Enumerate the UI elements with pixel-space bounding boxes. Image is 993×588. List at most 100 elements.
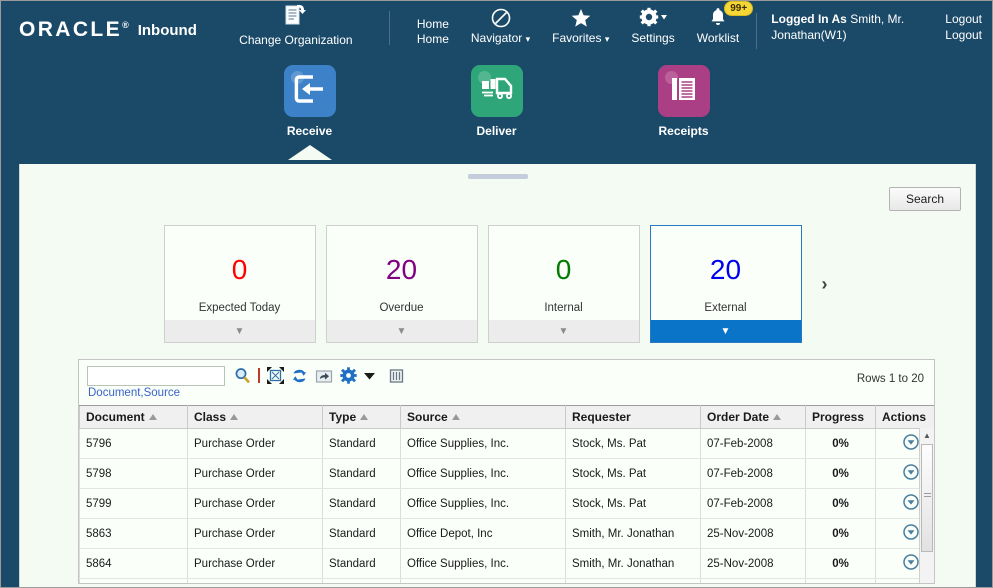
- cell-class: Purchase Order: [187, 578, 323, 583]
- column-header-orderdate[interactable]: Order Date: [700, 405, 806, 429]
- cell-requester: Stock, Ms. Pat: [565, 488, 701, 519]
- columns-icon[interactable]: [389, 368, 404, 384]
- sort-ascending-icon[interactable]: [773, 414, 782, 420]
- kpi-card-overdue[interactable]: 20 Overdue ▼: [325, 225, 478, 343]
- oracle-logo: ORACLE®: [19, 18, 129, 41]
- row-actions-icon[interactable]: [902, 554, 919, 573]
- kpi-label-expected-today: Expected Today: [198, 302, 281, 314]
- table-toolbar: Document,Source Rows 1 to 20: [79, 360, 934, 405]
- app-tiles: Receive Deliver Receipts: [1, 65, 992, 160]
- table-toolbar-icons: [234, 367, 404, 384]
- change-organization-button[interactable]: Change Organization: [221, 3, 371, 47]
- table-row[interactable]: 5864 Purchase Order Standard Office Supp…: [79, 548, 934, 579]
- tile-deliver[interactable]: Deliver: [456, 65, 538, 138]
- kpi-card-internal[interactable]: 0 Internal ▼: [487, 225, 640, 343]
- column-header-type[interactable]: Type: [322, 405, 401, 429]
- change-organization-label: Change Organization: [239, 33, 353, 47]
- header-item-settings[interactable]: Settings: [620, 7, 685, 46]
- scrollbar-thumb[interactable]: [921, 444, 933, 552]
- cell-requester: Stock, Ms. Pat: [565, 428, 701, 459]
- gear-icon: [631, 7, 674, 31]
- row-actions-icon[interactable]: [902, 434, 919, 453]
- cell-document: 5796: [79, 428, 188, 459]
- header-item-navigator[interactable]: Navigator ▾: [460, 7, 541, 47]
- cell-source: Allied Manufacturing: [400, 578, 566, 583]
- chevron-down-icon[interactable]: [364, 372, 375, 380]
- chevron-down-icon: ▾: [604, 34, 610, 44]
- worklist-badge: 99+: [724, 1, 754, 16]
- cell-progress: 0%: [805, 458, 876, 489]
- home-label-1: Home: [416, 17, 449, 31]
- cell-document: 5951: [79, 578, 188, 583]
- tile-receive[interactable]: Receive: [269, 65, 351, 160]
- search-icon[interactable]: [234, 367, 251, 384]
- row-actions-icon[interactable]: [902, 524, 919, 543]
- search-input[interactable]: [87, 366, 225, 386]
- kpi-expand-internal[interactable]: ▼: [488, 320, 639, 342]
- cell-orderdate: 07-Feb-2008: [700, 428, 806, 459]
- export-icon[interactable]: [315, 368, 333, 384]
- header-menu: Home Home Navigator ▾ Favorites ▾ Settin…: [406, 1, 754, 47]
- sort-ascending-icon[interactable]: [148, 414, 157, 420]
- scroll-up-arrow[interactable]: ▲: [920, 428, 934, 442]
- sort-ascending-icon[interactable]: [360, 414, 369, 420]
- settings-label: Settings: [631, 31, 675, 45]
- table-row[interactable]: 5863 Purchase Order Standard Office Depo…: [79, 518, 934, 549]
- selected-tile-indicator: [287, 145, 332, 160]
- cell-document: 5798: [79, 458, 188, 489]
- cell-class: Purchase Order: [187, 488, 323, 519]
- cell-source: Office Depot, Inc: [400, 518, 566, 549]
- header-item-home[interactable]: Home Home: [406, 7, 460, 47]
- change-organization-icon: [283, 4, 309, 31]
- tile-receipts-label: Receipts: [658, 124, 709, 138]
- cell-progress: 0%: [805, 518, 876, 549]
- cell-source: Office Supplies, Inc.: [400, 488, 566, 519]
- table-row[interactable]: 5796 Purchase Order Standard Office Supp…: [79, 428, 934, 459]
- kpi-value-internal: 0: [555, 254, 572, 285]
- cell-type: Standard: [322, 548, 401, 579]
- tile-receive-label: Receive: [286, 124, 333, 138]
- cell-document: 5799: [79, 488, 188, 519]
- refresh-icon[interactable]: [291, 368, 308, 384]
- query-criteria-link[interactable]: Document,Source: [88, 387, 180, 399]
- cell-requester: Smith, Mr. Jonathan: [565, 548, 701, 579]
- cell-type: Standard: [322, 578, 401, 583]
- header-item-worklist[interactable]: 99+ Worklist: [686, 1, 754, 46]
- kpi-expand-overdue[interactable]: ▼: [326, 320, 477, 342]
- worklist-label: Worklist: [696, 31, 740, 45]
- header-right: Logged In As Smith, Mr. Jonathan(W1) Log…: [756, 11, 982, 49]
- kpi-next-button[interactable]: ›: [812, 225, 838, 343]
- column-header-document[interactable]: Document: [79, 405, 188, 429]
- table-header-row: Document Class Type Source Requester Ord…: [79, 405, 934, 429]
- cell-class: Purchase Order: [187, 548, 323, 579]
- column-header-class[interactable]: Class: [187, 405, 323, 429]
- row-actions-icon[interactable]: [902, 494, 919, 513]
- kpi-card-expected-today[interactable]: 0 Expected Today ▼: [163, 225, 316, 343]
- content-panel: Search 0 Expected Today ▼ 20 Overdue ▼ 0…: [19, 164, 976, 587]
- gear-icon[interactable]: [340, 367, 357, 384]
- kpi-expand-expected-today[interactable]: ▼: [164, 320, 315, 342]
- table-row[interactable]: 5798 Purchase Order Standard Office Supp…: [79, 458, 934, 489]
- logout-link[interactable]: Logout Logout: [945, 11, 982, 43]
- home-label-2: Home: [416, 32, 449, 46]
- table-row[interactable]: 5799 Purchase Order Standard Office Supp…: [79, 488, 934, 519]
- registered-mark: ®: [122, 20, 129, 30]
- kpi-value-expected-today: 0: [231, 254, 248, 285]
- table-row[interactable]: 5951 Purchase Order Standard Allied Manu…: [79, 578, 934, 583]
- tile-receipts[interactable]: Receipts: [643, 65, 725, 138]
- cell-orderdate: 25-Nov-2008: [700, 518, 806, 549]
- table-vertical-scrollbar[interactable]: ▲: [919, 428, 934, 583]
- column-header-progress[interactable]: Progress: [805, 405, 876, 429]
- column-header-source[interactable]: Source: [400, 405, 566, 429]
- row-actions-icon[interactable]: [902, 464, 919, 483]
- search-button[interactable]: Search: [888, 187, 961, 211]
- kpi-expand-external[interactable]: ▼: [650, 320, 801, 342]
- kpi-label-overdue: Overdue: [379, 302, 424, 314]
- sort-ascending-icon[interactable]: [230, 414, 239, 420]
- detach-icon[interactable]: [267, 367, 284, 384]
- sort-ascending-icon[interactable]: [451, 414, 460, 420]
- kpi-card-external[interactable]: 20 External ▼: [649, 225, 802, 343]
- column-header-actions[interactable]: Actions: [875, 405, 934, 429]
- column-header-requester[interactable]: Requester: [565, 405, 701, 429]
- header-item-favorites[interactable]: Favorites ▾: [541, 7, 620, 47]
